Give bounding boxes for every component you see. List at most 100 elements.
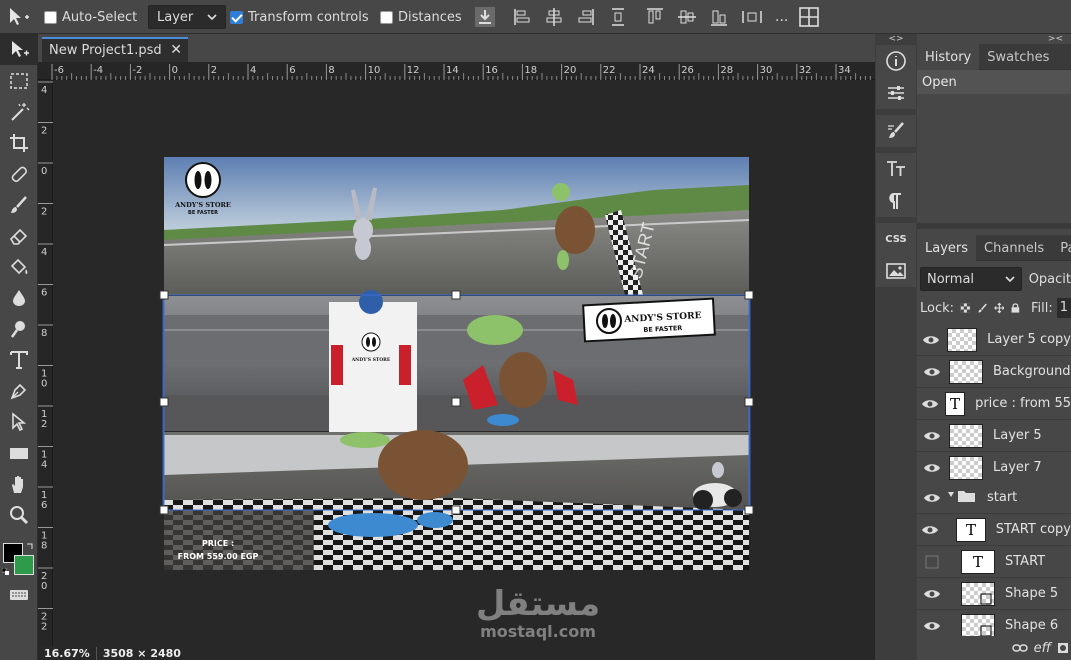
- folder-icon[interactable]: [947, 489, 977, 507]
- eye-icon[interactable]: [921, 586, 943, 602]
- eye-icon[interactable]: [921, 490, 943, 506]
- layer-group-row[interactable]: start: [917, 482, 1071, 514]
- eye-icon[interactable]: [921, 396, 939, 412]
- paint-bucket-tool[interactable]: [0, 251, 38, 282]
- align-left-icon[interactable]: [513, 7, 531, 27]
- pen-tool[interactable]: [0, 375, 38, 406]
- image-button[interactable]: [876, 255, 916, 287]
- history-item[interactable]: Open: [917, 70, 1071, 94]
- lock-position-icon[interactable]: [993, 301, 1005, 315]
- zoom-level[interactable]: 16.67%: [38, 646, 97, 660]
- layer-row[interactable]: Background: [917, 356, 1071, 388]
- auto-select-toggle[interactable]: Auto-Select: [44, 0, 137, 34]
- layer-row[interactable]: Tprice : from 55: [917, 388, 1071, 420]
- mask-icon[interactable]: [1057, 642, 1069, 654]
- layer-row[interactable]: Layer 7: [917, 452, 1071, 484]
- transform-handle[interactable]: [451, 290, 461, 300]
- move-tool[interactable]: [0, 34, 38, 65]
- rectangle-tool[interactable]: [0, 437, 38, 468]
- download-button[interactable]: [473, 0, 497, 34]
- type-tool[interactable]: [0, 344, 38, 375]
- distribute-horizontal-icon[interactable]: [741, 7, 763, 27]
- collapse-arrows-icon[interactable]: <>: [875, 34, 917, 44]
- transform-controls-toggle[interactable]: Transform controls: [230, 0, 369, 34]
- default-colors-icon[interactable]: [2, 568, 10, 576]
- tab-paths[interactable]: Pa: [1052, 235, 1071, 261]
- effects-button[interactable]: eff: [1034, 641, 1051, 656]
- grid-toggle-button[interactable]: [798, 0, 820, 34]
- align-center-icon[interactable]: [545, 7, 563, 27]
- transform-handle[interactable]: [744, 397, 754, 407]
- distances-checkbox[interactable]: [380, 10, 393, 24]
- healing-tool[interactable]: [0, 158, 38, 189]
- transform-handle[interactable]: [159, 505, 169, 515]
- document-tab[interactable]: New Project1.psd ✕: [42, 37, 188, 62]
- align-bottom-icon[interactable]: [709, 7, 729, 27]
- magic-wand-tool[interactable]: [0, 96, 38, 127]
- layer-row[interactable]: T START: [917, 546, 1071, 578]
- brush-settings-button[interactable]: [876, 115, 916, 147]
- transform-controls-checkbox[interactable]: [230, 10, 243, 24]
- marquee-tool[interactable]: [0, 65, 38, 96]
- background-color-swatch[interactable]: [14, 555, 34, 575]
- layer-row[interactable]: T START copy: [917, 514, 1071, 546]
- close-icon[interactable]: ✕: [170, 42, 182, 58]
- layer-row[interactable]: Layer 5 copy: [917, 324, 1071, 356]
- transform-handle[interactable]: [451, 505, 461, 515]
- fill-value[interactable]: 1: [1056, 298, 1071, 318]
- blur-tool[interactable]: [0, 282, 38, 313]
- document-dimensions: 3508 × 2480: [102, 646, 181, 660]
- eye-icon[interactable]: [921, 428, 943, 444]
- zoom-tool[interactable]: [0, 499, 38, 530]
- hand-tool[interactable]: [0, 468, 38, 499]
- color-swatches[interactable]: [2, 542, 36, 578]
- more-options[interactable]: ...: [775, 9, 788, 25]
- move-tool-indicator[interactable]: [6, 0, 32, 34]
- tab-layers[interactable]: Layers: [917, 235, 977, 261]
- lock-transparency-icon[interactable]: [960, 301, 971, 315]
- layer-select[interactable]: Layer: [148, 0, 227, 34]
- swap-colors-icon[interactable]: [26, 542, 34, 550]
- paragraph-button[interactable]: [876, 185, 916, 217]
- transform-handle[interactable]: [159, 397, 169, 407]
- transform-handle[interactable]: [159, 290, 169, 300]
- align-middle-icon[interactable]: [677, 7, 697, 27]
- paint-bucket-icon: [10, 258, 28, 274]
- eye-icon[interactable]: [921, 332, 941, 348]
- eye-icon[interactable]: [921, 364, 943, 380]
- eye-icon[interactable]: [921, 522, 940, 538]
- canvas-area[interactable]: START ANDY'S STORE BE FASTER ANDY'S STOR…: [53, 80, 875, 646]
- transform-handle[interactable]: [744, 290, 754, 300]
- collapse-right-arrows-icon[interactable]: ><: [917, 34, 1071, 44]
- keyboard-tool[interactable]: [0, 579, 38, 610]
- brush-tool[interactable]: [0, 189, 38, 220]
- eye-icon[interactable]: [921, 618, 943, 634]
- eraser-tool[interactable]: [0, 220, 38, 251]
- eye-icon[interactable]: [921, 460, 943, 476]
- layer-row[interactable]: Shape 5: [917, 578, 1071, 610]
- distances-toggle[interactable]: Distances: [380, 0, 462, 34]
- align-top-icon[interactable]: [645, 7, 665, 27]
- tab-channels[interactable]: Channels: [976, 235, 1052, 261]
- css-button[interactable]: CSS: [876, 223, 916, 255]
- tab-swatches[interactable]: Swatches: [979, 44, 1057, 70]
- blend-mode-select[interactable]: Normal: [920, 267, 1022, 291]
- character-button[interactable]: [876, 153, 916, 185]
- tab-history[interactable]: History: [917, 44, 980, 70]
- adjustments-button[interactable]: [876, 77, 916, 109]
- direct-select-tool[interactable]: [0, 406, 38, 437]
- link-icon[interactable]: [1011, 643, 1028, 653]
- lock-all-icon[interactable]: [1010, 301, 1021, 315]
- document-canvas[interactable]: START ANDY'S STORE BE FASTER ANDY'S STOR…: [53, 80, 875, 646]
- lock-pixels-icon[interactable]: [977, 301, 988, 315]
- distribute-vertical-icon[interactable]: [609, 7, 627, 27]
- transform-handle[interactable]: [451, 397, 461, 407]
- auto-select-checkbox[interactable]: [44, 10, 57, 24]
- align-right-icon[interactable]: [577, 7, 595, 27]
- eye-hidden-icon[interactable]: [921, 554, 943, 570]
- crop-tool[interactable]: [0, 127, 38, 158]
- layer-row[interactable]: Layer 5: [917, 420, 1071, 452]
- transform-handle[interactable]: [744, 505, 754, 515]
- info-button[interactable]: [876, 45, 916, 77]
- dodge-tool[interactable]: [0, 313, 38, 344]
